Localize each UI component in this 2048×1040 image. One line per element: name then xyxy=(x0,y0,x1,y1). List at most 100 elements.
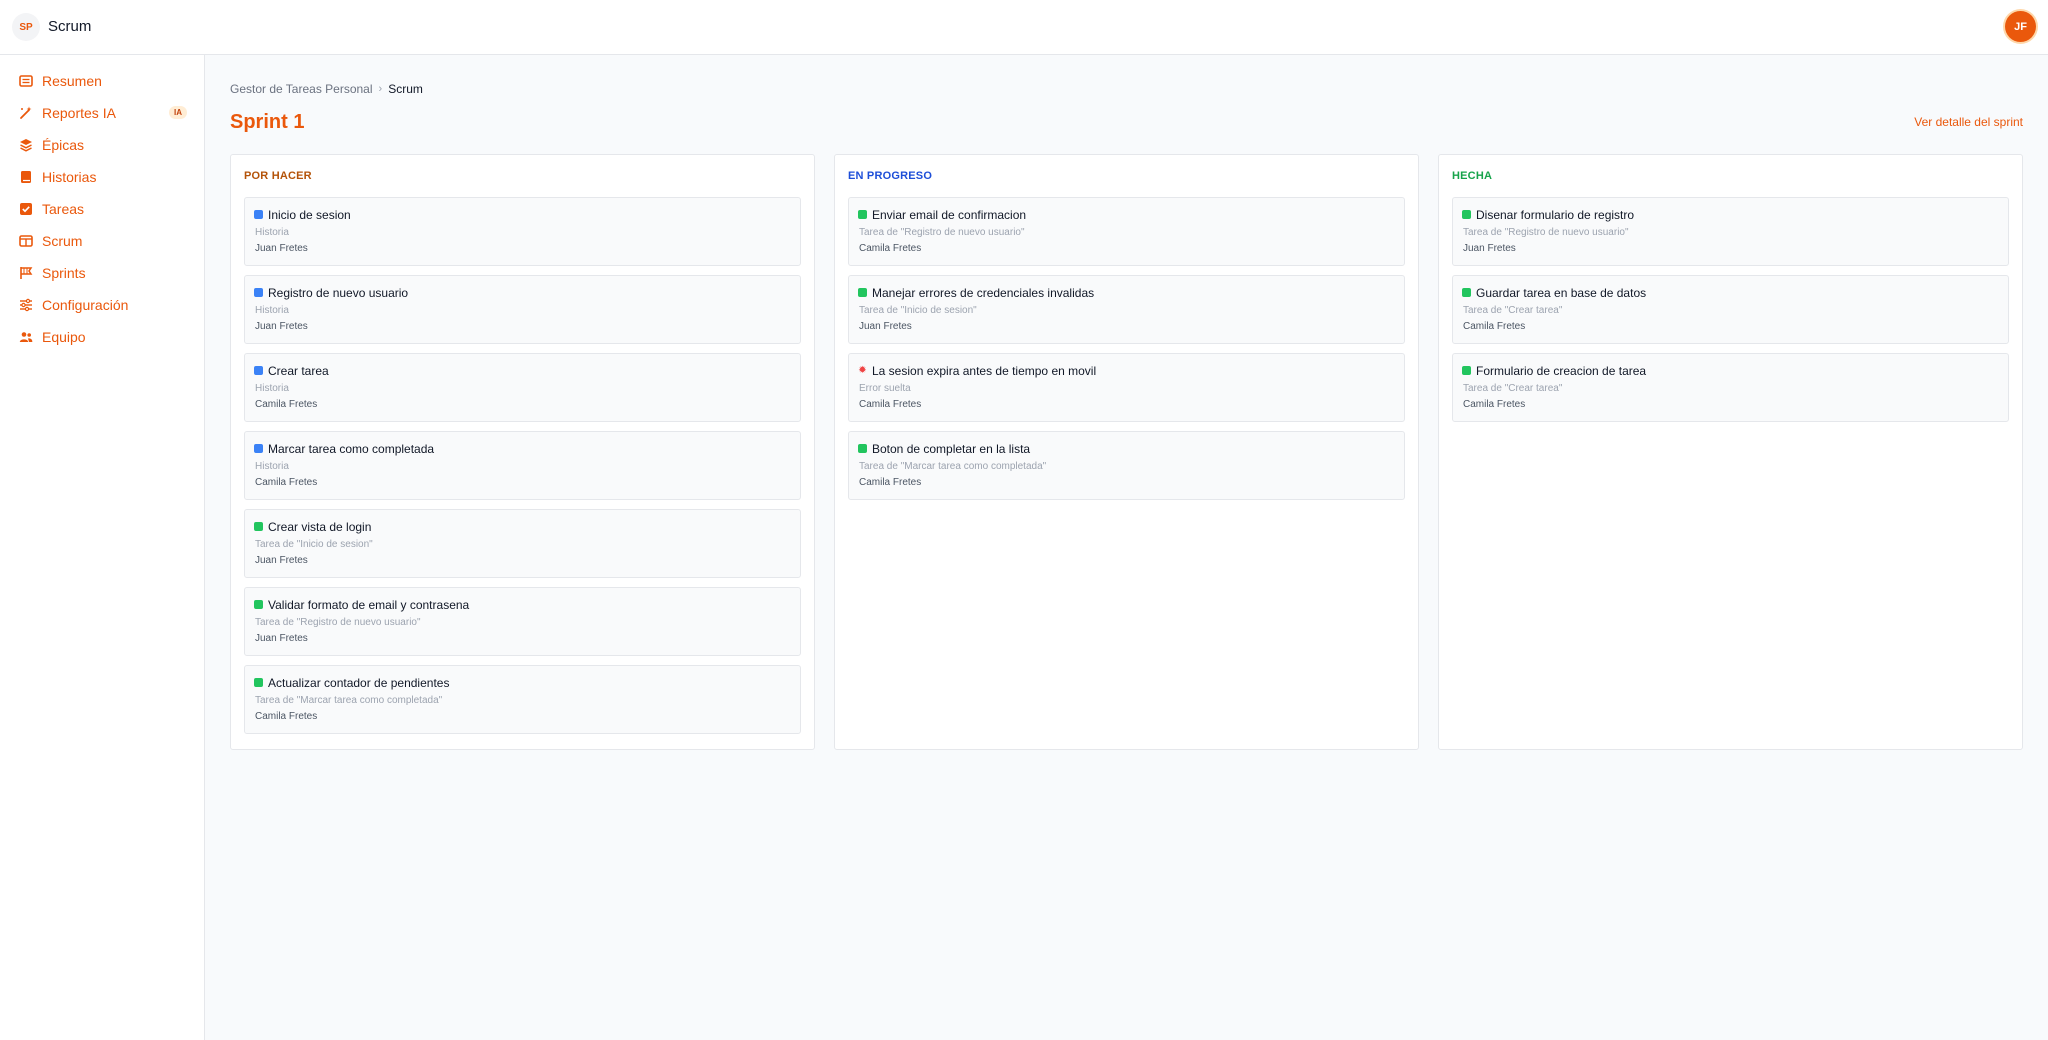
task-card[interactable]: Marcar tarea como completada Historia Cami… xyxy=(244,431,801,500)
breadcrumb: Gestor de Tareas Personal › Scrum xyxy=(230,82,423,96)
board-icon xyxy=(18,233,34,249)
flag-icon xyxy=(18,265,34,281)
card-subtitle: Tarea de "Inicio de sesion" xyxy=(859,305,977,316)
ia-badge: IA xyxy=(169,106,187,119)
sidebar-item-equipo[interactable]: Equipo xyxy=(12,324,192,350)
card-assignee: Juan Fretes xyxy=(1463,243,1516,254)
task-card[interactable]: Crear vista de login Tarea de "Inicio de … xyxy=(244,509,801,578)
column-por-hacer: POR HACER Inicio de sesion Historia Juan F… xyxy=(230,154,815,750)
card-title: Guardar tarea en base de datos xyxy=(1476,286,1647,300)
task-card[interactable]: Registro de nuevo usuario Historia Juan Fr… xyxy=(244,275,801,344)
card-title: Registro de nuevo usuario xyxy=(268,286,409,300)
card-subtitle: Tarea de "Registro de nuevo usuario" xyxy=(1463,227,1629,238)
task-card[interactable]: Formulario de creacion de tarea Tarea de … xyxy=(1452,353,2009,422)
sidebar-item-configuracion[interactable]: Configuración xyxy=(12,292,192,318)
project-name[interactable]: Scrum xyxy=(48,18,91,35)
card-subtitle: Tarea de "Crear tarea" xyxy=(1463,383,1563,394)
sidebar-item-sprints[interactable]: Sprints xyxy=(12,260,192,286)
card-list: Enviar email de confirmacion Tarea de "Re… xyxy=(848,197,1405,509)
card-subtitle: Tarea de "Marcar tarea como completada" xyxy=(859,461,1047,472)
task-card[interactable]: Guardar tarea en base de datos Tarea de "… xyxy=(1452,275,2009,344)
card-title: Boton de completar en la lista xyxy=(872,442,1031,456)
task-card[interactable]: Inicio de sesion Historia Juan Fretes xyxy=(244,197,801,266)
card-assignee: Camila Fretes xyxy=(859,477,922,488)
card-assignee: Juan Fretes xyxy=(255,555,308,566)
task-check-icon xyxy=(858,210,867,219)
card-list: Disenar formulario de registro Tarea de "… xyxy=(1452,197,2009,431)
sidebar: Resumen Reportes IA IA Épicas Historias … xyxy=(0,55,205,1040)
sidebar-item-label: Tareas xyxy=(42,201,85,217)
task-check-icon xyxy=(858,444,867,453)
breadcrumb-parent[interactable]: Gestor de Tareas Personal xyxy=(230,82,373,96)
sidebar-item-label: Historias xyxy=(42,169,97,185)
card-title: Crear tarea xyxy=(268,364,329,378)
card-assignee: Camila Fretes xyxy=(255,711,318,722)
list-icon xyxy=(18,73,34,89)
sidebar-item-scrum[interactable]: Scrum xyxy=(12,228,192,254)
sidebar-item-historias[interactable]: Historias xyxy=(12,164,192,190)
story-icon xyxy=(254,288,263,297)
card-list: Inicio de sesion Historia Juan Fretes Regis… xyxy=(244,197,801,743)
sidebar-item-label: Resumen xyxy=(42,73,102,89)
sidebar-item-epicas[interactable]: Épicas xyxy=(12,132,192,158)
card-subtitle: Historia xyxy=(255,461,289,472)
card-subtitle: Tarea de "Inicio de sesion" xyxy=(255,539,373,550)
card-subtitle: Tarea de "Registro de nuevo usuario" xyxy=(255,617,421,628)
user-avatar[interactable]: JF xyxy=(2005,11,2036,42)
chevron-right-icon: › xyxy=(378,83,383,95)
book-icon xyxy=(18,169,34,185)
sidebar-item-label: Épicas xyxy=(42,137,85,153)
task-card[interactable]: Crear tarea Historia Camila Fretes xyxy=(244,353,801,422)
card-title: La sesion expira antes de tiempo en movi… xyxy=(872,364,1097,378)
bug-icon: ✹ xyxy=(858,365,867,376)
task-card[interactable]: Validar formato de email y contrasena Tar… xyxy=(244,587,801,656)
card-title: Marcar tarea como completada xyxy=(268,442,435,456)
task-card[interactable]: Boton de completar en la lista Tarea de "… xyxy=(848,431,1405,500)
story-icon xyxy=(254,444,263,453)
card-title: Enviar email de confirmacion xyxy=(872,208,1027,222)
task-card[interactable]: Manejar errores de credenciales invalida… xyxy=(848,275,1405,344)
card-title: Validar formato de email y contrasena xyxy=(268,598,470,612)
column-title: HECHA xyxy=(1452,170,1493,182)
project-badge[interactable]: SP xyxy=(12,13,40,41)
column-title: EN PROGRESO xyxy=(848,170,933,182)
sidebar-item-tareas[interactable]: Tareas xyxy=(12,196,192,222)
card-assignee: Juan Fretes xyxy=(255,321,308,332)
card-assignee: Camila Fretes xyxy=(859,243,922,254)
sidebar-item-reportes-ia[interactable]: Reportes IA IA xyxy=(12,100,192,126)
card-title: Formulario de creacion de tarea xyxy=(1476,364,1647,378)
sidebar-item-label: Equipo xyxy=(42,329,86,345)
task-check-icon xyxy=(254,600,263,609)
column-en-progreso: EN PROGRESO Enviar email de confirmacion… xyxy=(834,154,1419,750)
page-title: Sprint 1 xyxy=(230,111,305,133)
column-hecha: HECHA Disenar formulario de registro Tare… xyxy=(1438,154,2023,750)
card-title: Crear vista de login xyxy=(268,520,372,534)
sidebar-item-label: Configuración xyxy=(42,297,129,313)
card-title: Inicio de sesion xyxy=(268,208,351,222)
sidebar-item-label: Reportes IA xyxy=(42,105,116,121)
sidebar-item-label: Scrum xyxy=(42,233,83,249)
card-assignee: Juan Fretes xyxy=(859,321,912,332)
task-card[interactable]: Disenar formulario de registro Tarea de "… xyxy=(1452,197,2009,266)
task-card[interactable]: ✹ La sesion expira antes de tiempo en mov… xyxy=(848,353,1405,422)
top-bar: SP Scrum JF xyxy=(0,0,2048,55)
card-subtitle: Tarea de "Marcar tarea como completada" xyxy=(255,695,443,706)
task-check-icon xyxy=(254,522,263,531)
story-icon xyxy=(254,210,263,219)
card-subtitle: Error suelta xyxy=(859,383,911,394)
card-assignee: Juan Fretes xyxy=(255,633,308,644)
card-subtitle: Tarea de "Registro de nuevo usuario" xyxy=(859,227,1025,238)
task-card[interactable]: Enviar email de confirmacion Tarea de "Re… xyxy=(848,197,1405,266)
card-assignee: Juan Fretes xyxy=(255,243,308,254)
task-card[interactable]: Actualizar contador de pendientes Tarea d… xyxy=(244,665,801,734)
task-check-icon xyxy=(1462,366,1471,375)
breadcrumb-current: Scrum xyxy=(388,82,423,96)
sidebar-item-resumen[interactable]: Resumen xyxy=(12,68,192,94)
magic-wand-icon xyxy=(18,105,34,121)
sprint-detail-link[interactable]: Ver detalle del sprint xyxy=(1914,115,2023,129)
task-check-icon xyxy=(1462,288,1471,297)
card-assignee: Camila Fretes xyxy=(255,477,318,488)
card-subtitle: Tarea de "Crear tarea" xyxy=(1463,305,1563,316)
layers-icon xyxy=(18,137,34,153)
task-check-icon xyxy=(1462,210,1471,219)
